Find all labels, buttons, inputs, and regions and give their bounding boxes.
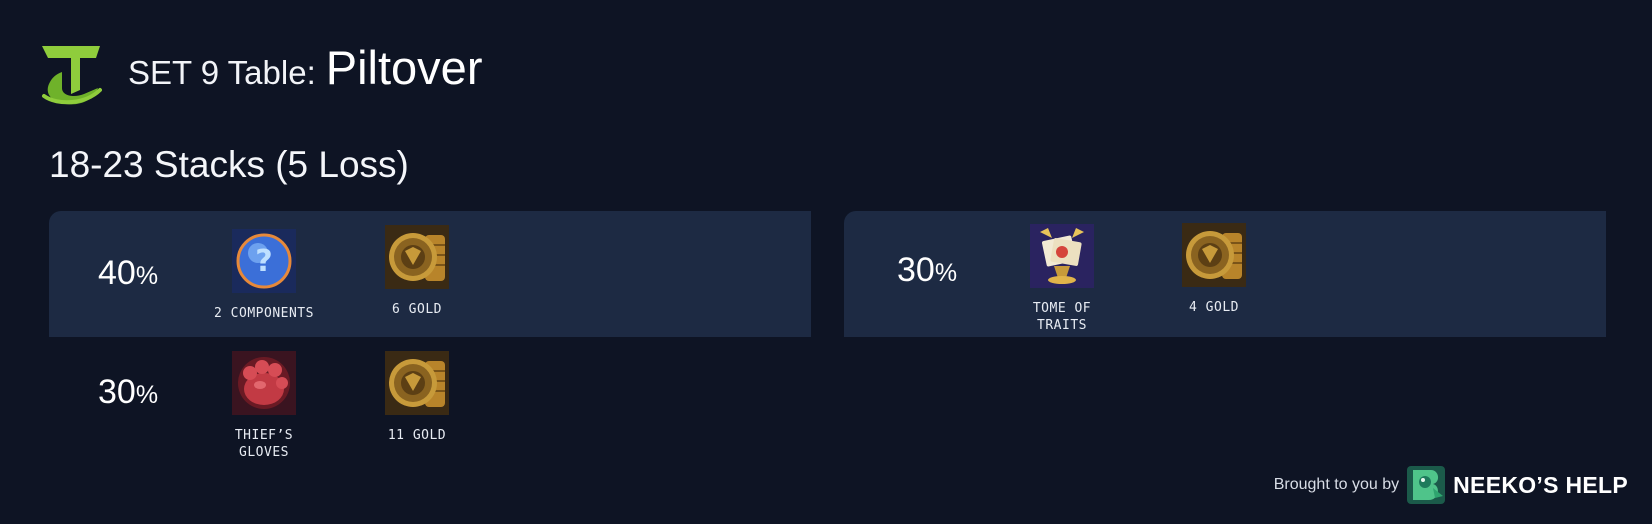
percent-sign: % bbox=[135, 381, 159, 409]
footer-credit: Brought to you by NEEKO’S HELP bbox=[1274, 466, 1628, 504]
gold-coins-icon bbox=[385, 225, 449, 289]
item-label: 6 GOLD bbox=[392, 302, 442, 317]
reward-item: 11 GOLD bbox=[342, 351, 492, 444]
reward-item: ? 2 COMPONENTS bbox=[189, 229, 339, 322]
title-name: Piltover bbox=[325, 41, 483, 94]
item-label: THIEF’S GLOVES bbox=[234, 428, 294, 460]
tactics-logo-icon bbox=[42, 46, 102, 105]
svg-text:?: ? bbox=[255, 244, 272, 279]
percent-value: 40 bbox=[98, 254, 136, 292]
reward-item: 6 GOLD bbox=[342, 225, 492, 318]
item-label: 2 COMPONENTS bbox=[214, 306, 314, 321]
gold-coins-icon bbox=[385, 351, 449, 415]
reward-item: TOME OF TRAITS bbox=[987, 224, 1137, 334]
percent-sign: % bbox=[135, 262, 159, 290]
reward-item: THIEF’S GLOVES bbox=[189, 351, 339, 461]
footer-text: Brought to you by bbox=[1273, 476, 1400, 493]
section-subtitle: 18-23 Stacks (5 Loss) bbox=[49, 144, 409, 185]
tome-of-traits-icon bbox=[1030, 224, 1094, 288]
footer-brand: NEEKO’S HELP bbox=[1453, 471, 1628, 498]
percent-value: 30 bbox=[98, 373, 136, 411]
item-label: 4 GOLD bbox=[1189, 300, 1239, 315]
page-title: SET 9 Table: Piltover bbox=[128, 40, 482, 95]
outcome-percent: 30% bbox=[98, 373, 158, 412]
outcome-percent: 30% bbox=[897, 251, 957, 290]
title-prefix: SET 9 Table: bbox=[128, 54, 316, 91]
thiefs-gloves-icon bbox=[232, 351, 296, 415]
percent-value: 30 bbox=[897, 251, 935, 289]
reward-item: 4 GOLD bbox=[1139, 223, 1289, 316]
gold-coins-icon bbox=[1182, 223, 1246, 287]
item-label: TOME OF TRAITS bbox=[1032, 301, 1092, 333]
item-label: 11 GOLD bbox=[387, 428, 447, 443]
neeko-logo-icon bbox=[1407, 466, 1446, 504]
component-anvil-icon: ? bbox=[232, 229, 296, 293]
outcome-percent: 40% bbox=[98, 254, 158, 293]
percent-sign: % bbox=[934, 259, 958, 287]
